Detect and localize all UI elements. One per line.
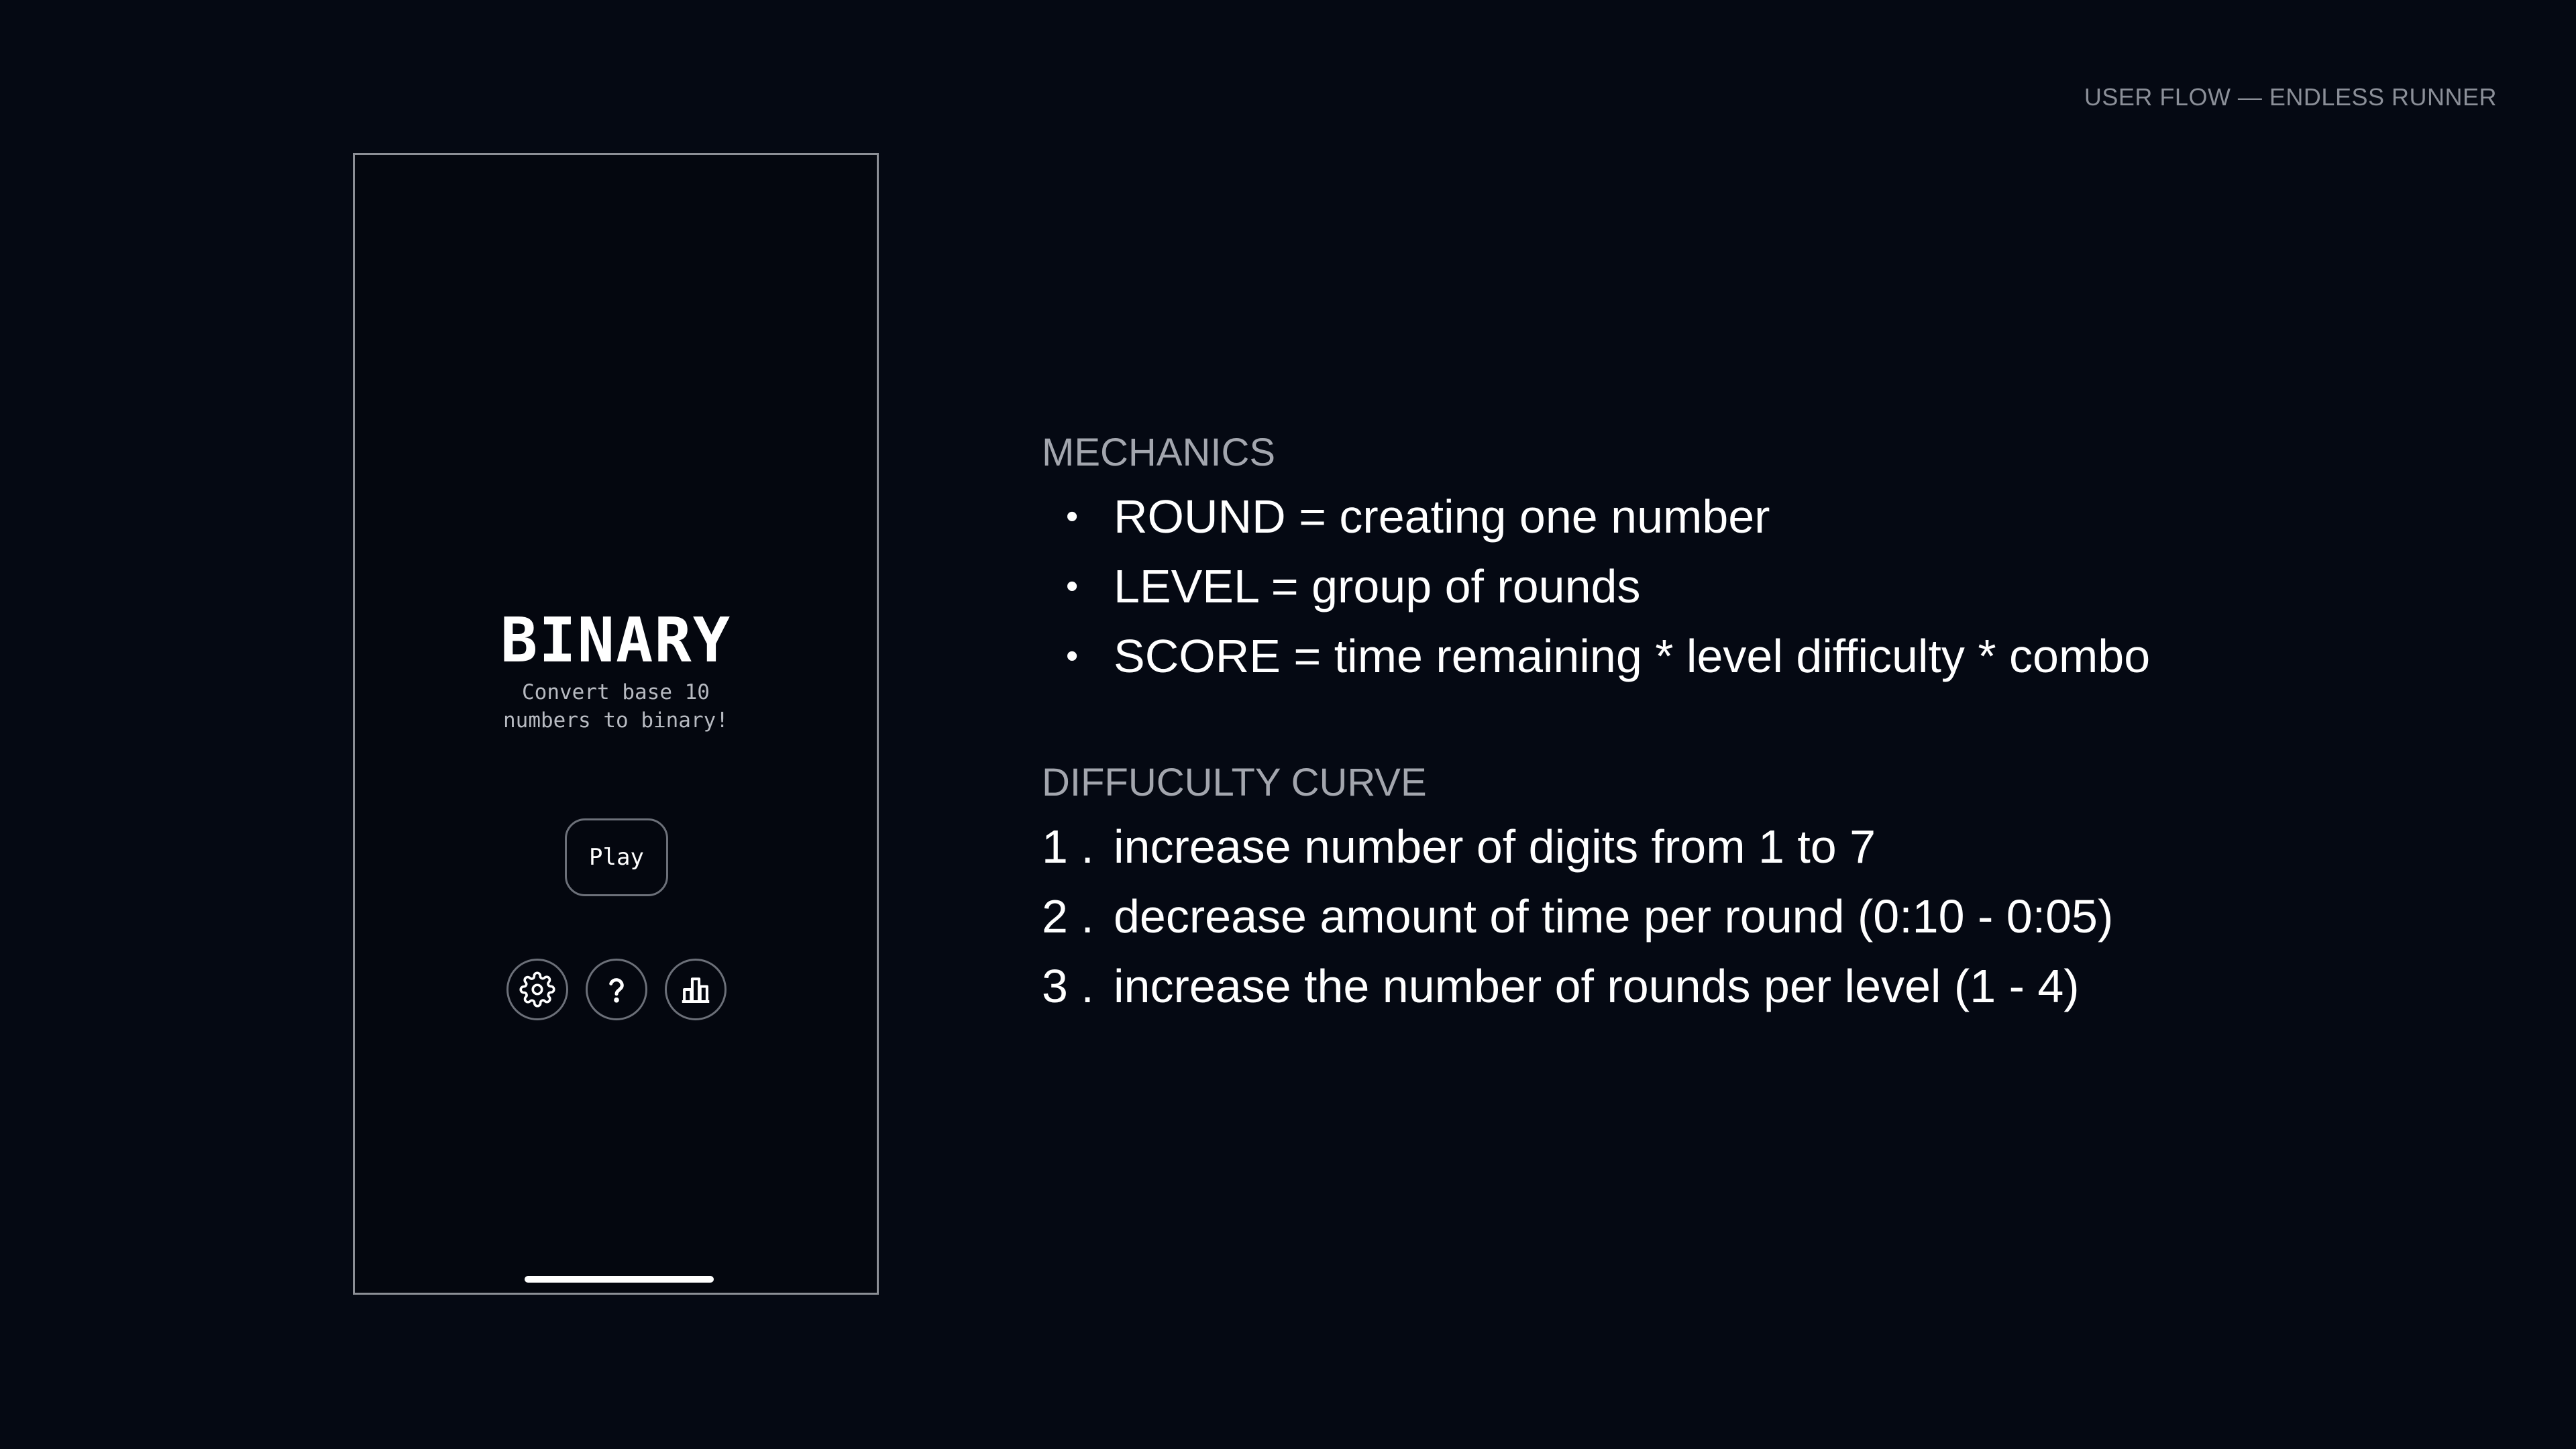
list-item: • ROUND = creating one number xyxy=(1042,482,2518,551)
list-item: 3 . increase the number of rounds per le… xyxy=(1042,951,2518,1021)
subtitle-line-2: numbers to binary! xyxy=(503,708,729,733)
mechanics-heading: MECHANICS xyxy=(1042,431,1276,474)
list-item: • LEVEL = group of rounds xyxy=(1042,551,2518,621)
play-button[interactable]: Play xyxy=(565,818,668,896)
icon-button-row xyxy=(355,959,877,1020)
list-number: 2 . xyxy=(1042,890,1094,943)
difficulty-list: 1 . increase number of digits from 1 to … xyxy=(1042,812,2518,1021)
list-number: 3 . xyxy=(1042,960,1094,1012)
phone-mockup: BINARY Convert base 10 numbers to binary… xyxy=(353,153,879,1295)
gear-icon xyxy=(519,971,555,1008)
list-item: 1 . increase number of digits from 1 to … xyxy=(1042,812,2518,881)
list-item-text: increase the number of rounds per level … xyxy=(1114,960,2080,1012)
app-title: BINARY xyxy=(500,604,732,676)
bullet-icon: • xyxy=(1066,497,1079,536)
difficulty-heading: DIFFUCULTY CURVE xyxy=(1042,761,1427,804)
settings-button[interactable] xyxy=(506,959,568,1020)
help-button[interactable] xyxy=(586,959,647,1020)
list-item-text: decrease amount of time per round (0:10 … xyxy=(1114,890,2114,943)
subtitle-line-1: Convert base 10 xyxy=(522,680,710,704)
leaderboard-button[interactable] xyxy=(665,959,727,1020)
page-header-label: USER FLOW — ENDLESS RUNNER xyxy=(2084,83,2497,111)
bullet-icon: • xyxy=(1066,637,1079,676)
list-item-text: increase number of digits from 1 to 7 xyxy=(1114,820,1876,873)
question-icon xyxy=(609,978,624,1003)
notes-panel: MECHANICS • ROUND = creating one number … xyxy=(1042,424,2518,1021)
list-item: • SCORE = time remaining * level difficu… xyxy=(1042,621,2518,691)
list-item-text: SCORE = time remaining * level difficult… xyxy=(1114,630,2151,682)
list-item-text: ROUND = creating one number xyxy=(1114,490,1770,543)
app-subtitle: Convert base 10 numbers to binary! xyxy=(355,678,877,735)
bullet-icon: • xyxy=(1066,567,1079,606)
list-number: 1 . xyxy=(1042,820,1094,873)
list-item-text: LEVEL = group of rounds xyxy=(1114,560,1641,612)
home-indicator xyxy=(525,1276,714,1283)
bar-chart-icon xyxy=(682,977,710,1004)
mechanics-list: • ROUND = creating one number • LEVEL = … xyxy=(1042,482,2518,691)
list-item: 2 . decrease amount of time per round (0… xyxy=(1042,881,2518,951)
